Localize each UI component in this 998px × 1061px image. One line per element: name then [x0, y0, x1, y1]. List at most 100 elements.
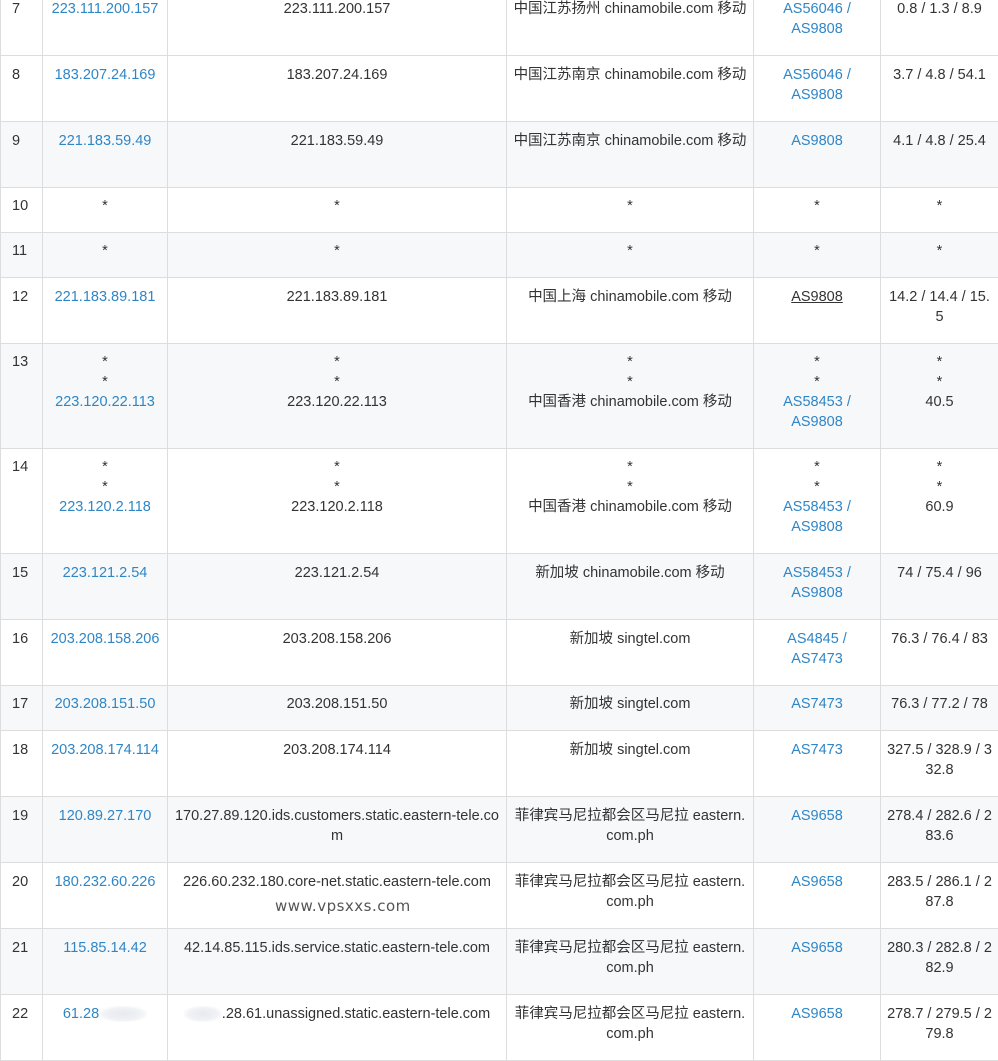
ip-link[interactable]: 115.85.14.42	[63, 940, 147, 956]
table-row: 20 180.232.60.226 226.60.232.180.core-ne…	[1, 863, 998, 929]
as-link[interactable]: AS9808	[760, 19, 874, 39]
ip-cell: *	[43, 188, 168, 233]
hop-number: 19	[1, 797, 43, 863]
as-link[interactable]: AS58453 /	[760, 563, 874, 583]
traceroute-table: 7 223.111.200.157 223.111.200.157 中国江苏扬州…	[0, 0, 998, 1061]
hostname-cell: 223.121.2.54	[168, 554, 507, 620]
location-cell: 菲律宾马尼拉都会区马尼拉 eastern.com.ph	[507, 995, 754, 1061]
as-link[interactable]: AS9808	[760, 583, 874, 603]
hostname-cell: *	[168, 188, 507, 233]
table-row: 8 183.207.24.169 183.207.24.169 中国江苏南京 c…	[1, 56, 998, 122]
redaction-blur	[184, 1006, 222, 1022]
ip-link[interactable]: 221.183.89.181	[55, 289, 156, 305]
hostname-cell: 203.208.174.114	[168, 731, 507, 797]
ip-link[interactable]: 223.121.2.54	[63, 565, 148, 581]
redaction-blur	[99, 1006, 147, 1022]
hop-number: 13	[1, 344, 43, 449]
latency-cell: 74 / 75.4 / 96	[881, 554, 998, 620]
location-cell: 菲律宾马尼拉都会区马尼拉 eastern.com.ph	[507, 929, 754, 995]
latency-cell: 4.1 / 4.8 / 25.4	[881, 122, 998, 188]
ip-link[interactable]: 203.208.158.206	[51, 631, 160, 647]
as-link[interactable]: AS9808	[760, 85, 874, 105]
as-link[interactable]: AS58453 /	[760, 392, 874, 412]
ip-cell: 183.207.24.169	[43, 56, 168, 122]
ip-link[interactable]: 223.111.200.157	[52, 1, 159, 17]
latency-cell: 0.8 / 1.3 / 8.9	[881, 0, 998, 56]
ip-cell: 223.121.2.54	[43, 554, 168, 620]
latency-cell: **40.5	[881, 344, 998, 449]
location-cell: 新加坡 singtel.com	[507, 731, 754, 797]
hostname-cell: **223.120.2.118	[168, 449, 507, 554]
as-link[interactable]: AS9808	[760, 412, 874, 432]
as-link[interactable]: AS56046 /	[760, 0, 874, 19]
ip-link[interactable]: 223.120.22.113	[49, 392, 161, 412]
ip-cell: 203.208.151.50	[43, 686, 168, 731]
ip-link[interactable]: 221.183.59.49	[59, 133, 152, 149]
latency-cell: *	[881, 188, 998, 233]
as-link[interactable]: AS9658	[760, 872, 874, 892]
ip-link[interactable]: 183.207.24.169	[55, 67, 156, 83]
ip-cell: 203.208.174.114	[43, 731, 168, 797]
hop-number: 11	[1, 233, 43, 278]
as-cell: AS9658	[754, 863, 881, 929]
hop-number: 9	[1, 122, 43, 188]
ip-link[interactable]: 223.120.2.118	[49, 497, 161, 517]
as-cell: *	[754, 233, 881, 278]
table-row: 13 **223.120.22.113 **223.120.22.113 **中…	[1, 344, 998, 449]
location-cell: 中国江苏南京 chinamobile.com 移动	[507, 56, 754, 122]
ip-link[interactable]: 203.208.174.114	[51, 742, 159, 758]
as-link[interactable]: AS9808	[760, 517, 874, 537]
hop-number: 21	[1, 929, 43, 995]
ip-cell: 223.111.200.157	[43, 0, 168, 56]
as-cell: *	[754, 188, 881, 233]
ip-cell: 120.89.27.170	[43, 797, 168, 863]
as-cell: AS56046 /AS9808	[754, 56, 881, 122]
as-cell: AS9658	[754, 929, 881, 995]
watermark: www.vpsxxs.com	[275, 897, 411, 915]
location-cell: 菲律宾马尼拉都会区马尼拉 eastern.com.ph	[507, 797, 754, 863]
as-cell: **AS58453 /AS9808	[754, 344, 881, 449]
table-row: 16 203.208.158.206 203.208.158.206 新加坡 s…	[1, 620, 998, 686]
table-row: 14 **223.120.2.118 **223.120.2.118 **中国香…	[1, 449, 998, 554]
hop-number: 7	[1, 0, 43, 56]
as-link[interactable]: AS9658	[760, 938, 874, 958]
latency-cell: 283.5 / 286.1 / 287.8	[881, 863, 998, 929]
hop-number: 18	[1, 731, 43, 797]
as-link[interactable]: AS9658	[760, 806, 874, 826]
table-row: 12 221.183.89.181 221.183.89.181 中国上海 ch…	[1, 278, 998, 344]
ip-cell: 61.28	[43, 995, 168, 1061]
as-link[interactable]: AS7473	[760, 740, 874, 760]
ip-link[interactable]: 180.232.60.226	[55, 874, 156, 890]
table-row: 22 61.28 .28.61.unassigned.static.easter…	[1, 995, 998, 1061]
ip-link[interactable]: 61.28	[63, 1006, 99, 1022]
as-link[interactable]: AS9658	[760, 1004, 874, 1024]
location-cell: 中国上海 chinamobile.com 移动	[507, 278, 754, 344]
latency-cell: 76.3 / 77.2 / 78	[881, 686, 998, 731]
as-link[interactable]: AS9808	[791, 289, 843, 305]
as-link[interactable]: AS58453 /	[760, 497, 874, 517]
latency-cell: *	[881, 233, 998, 278]
hostname-cell: 170.27.89.120.ids.customers.static.easte…	[168, 797, 507, 863]
as-cell: AS4845 /AS7473	[754, 620, 881, 686]
location-cell: *	[507, 188, 754, 233]
table-row: 11 * * * * *	[1, 233, 998, 278]
location-cell: 新加坡 singtel.com	[507, 686, 754, 731]
ip-link[interactable]: 120.89.27.170	[59, 808, 152, 824]
location-cell: *	[507, 233, 754, 278]
location-cell: 中国江苏扬州 chinamobile.com 移动	[507, 0, 754, 56]
as-link[interactable]: AS7473	[760, 649, 874, 669]
hostname-cell: **223.120.22.113	[168, 344, 507, 449]
as-link[interactable]: AS4845 /	[760, 629, 874, 649]
as-cell: AS9658	[754, 995, 881, 1061]
table-row: 7 223.111.200.157 223.111.200.157 中国江苏扬州…	[1, 0, 998, 56]
as-cell: AS7473	[754, 731, 881, 797]
as-link[interactable]: AS7473	[760, 694, 874, 714]
as-link[interactable]: AS9808	[760, 131, 874, 151]
as-link[interactable]: AS56046 /	[760, 65, 874, 85]
ip-cell: 115.85.14.42	[43, 929, 168, 995]
location-cell: 新加坡 chinamobile.com 移动	[507, 554, 754, 620]
as-cell: AS56046 /AS9808	[754, 0, 881, 56]
location-cell: **中国香港 chinamobile.com 移动	[507, 344, 754, 449]
ip-link[interactable]: 203.208.151.50	[55, 696, 156, 712]
location-cell: **中国香港 chinamobile.com 移动	[507, 449, 754, 554]
